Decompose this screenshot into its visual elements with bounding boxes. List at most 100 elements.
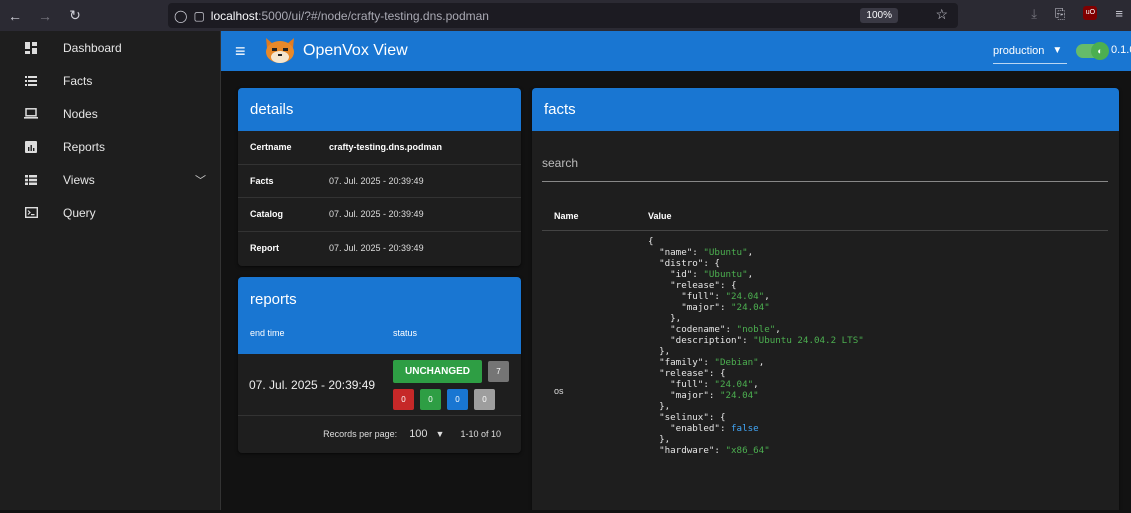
laptop-icon [24, 107, 38, 121]
hamburger-menu-icon[interactable]: ≡ [235, 41, 255, 62]
details-key: Certname [250, 142, 292, 153]
facts-header: facts [532, 88, 1119, 131]
table-row[interactable]: 07. Jul. 2025 - 20:39:49 UNCHANGED 7 0 0… [238, 354, 521, 416]
pagination: Records per page: 100 ▼ 1-10 of 10 [238, 416, 521, 452]
sidebar-item-label: Dashboard [63, 40, 122, 55]
details-row: Catalog 07. Jul. 2025 - 20:39:49 [238, 198, 521, 232]
details-row: Facts 07. Jul. 2025 - 20:39:49 [238, 165, 521, 198]
search-input[interactable]: search [542, 150, 1108, 182]
total-count-badge: 7 [488, 360, 509, 382]
facts-column-headers: Name Value [542, 201, 1108, 231]
theme-toggle-knob: ◐ [1091, 42, 1109, 60]
zoom-badge[interactable]: 100% [860, 8, 898, 23]
json-line: "enabled": false [670, 423, 759, 434]
details-key: Catalog [250, 209, 284, 220]
fox-logo-icon [263, 34, 297, 68]
json-line: "id": "Ubuntu", [670, 269, 754, 280]
app-bar: ≡ OpenVox View production ▼ ◐ 0.1.0 [221, 31, 1131, 71]
records-per-page-select[interactable]: 100 [409, 428, 427, 440]
sidebar-item-dashboard[interactable]: Dashboard [0, 31, 220, 64]
app-title: OpenVox View [303, 42, 408, 59]
fact-value-json: { "name": "Ubuntu", "distro": { "id": "U… [648, 236, 864, 456]
details-value: 07. Jul. 2025 - 20:39:49 [329, 243, 424, 254]
json-line: "family": "Debian", [659, 357, 765, 368]
json-line: { [648, 236, 654, 247]
bookmark-star-icon[interactable]: ☆ [935, 6, 948, 23]
reports-column-headers: end time status [238, 328, 521, 338]
ublock-icon[interactable]: uO [1083, 6, 1098, 20]
chevron-down-icon[interactable]: ﹀ [195, 172, 206, 188]
reports-card: reports end time status 07. Jul. 2025 - … [238, 277, 521, 453]
json-line: "full": "24.04", [681, 291, 770, 302]
sidebar-item-label: Views [63, 172, 95, 187]
sidebar-item-views[interactable]: Views ﹀ [0, 163, 220, 196]
details-title: details [250, 101, 294, 118]
sidebar-item-label: Nodes [63, 106, 98, 121]
sidebar-item-facts[interactable]: Facts [0, 64, 220, 97]
json-line: }, [648, 346, 671, 357]
sidebar-item-label: Facts [63, 73, 93, 88]
facts-card: facts search Name Value os { "name": "Ub… [532, 88, 1119, 513]
details-value: crafty-testing.dns.podman [329, 142, 443, 153]
theme-toggle[interactable]: ◐ [1076, 42, 1109, 60]
json-line: "release": { [670, 280, 737, 291]
noop-count-badge: 0 [447, 388, 468, 410]
report-end-time[interactable]: 07. Jul. 2025 - 20:39:49 [238, 378, 393, 392]
view-list-icon [24, 173, 38, 187]
col-name[interactable]: Name [542, 211, 648, 221]
environment-value: production [993, 44, 1045, 57]
environment-select[interactable]: production ▼ [993, 38, 1067, 64]
download-icon[interactable]: ⤓ [1031, 6, 1037, 22]
back-icon[interactable]: ← [4, 8, 26, 24]
details-value: 07. Jul. 2025 - 20:39:49 [329, 209, 424, 220]
sidebar: Dashboard Facts Nodes Reports Views ﹀ Qu… [0, 31, 221, 513]
reports-header: reports end time status [238, 277, 521, 354]
json-line: "selinux": { [659, 412, 726, 423]
sidebar-item-label: Reports [63, 139, 106, 154]
details-row: Certname crafty-testing.dns.podman [238, 131, 521, 165]
caret-down-icon[interactable]: ▼ [436, 429, 445, 439]
json-line: }, [648, 313, 682, 324]
records-per-page-label: Records per page: [323, 429, 398, 439]
shield-icon: ◯ [174, 8, 188, 23]
facts-title: facts [544, 101, 576, 118]
json-line: "distro": { [659, 258, 720, 269]
url-bar[interactable]: ◯ ▢ localhost:5000/ui/?#/node/crafty-tes… [168, 3, 958, 28]
caret-down-icon: ▼ [1052, 45, 1063, 56]
json-line: "name": "Ubuntu", [659, 247, 754, 258]
menu-icon[interactable]: ≡ [1115, 6, 1123, 22]
col-value[interactable]: Value [648, 211, 672, 221]
sidebar-item-nodes[interactable]: Nodes [0, 97, 220, 130]
forward-icon[interactable]: → [34, 8, 56, 24]
url-path: :5000/ui/?#/node/crafty-testing.dns.podm… [258, 8, 489, 23]
json-line: "major": "24.04" [681, 302, 770, 313]
page-icon: ▢ [193, 8, 205, 23]
details-card: details Certname crafty-testing.dns.podm… [238, 88, 521, 266]
json-line: }, [648, 401, 671, 412]
col-end-time[interactable]: end time [238, 328, 393, 338]
failed-count-badge: 0 [393, 388, 414, 410]
json-line: "full": "24.04", [670, 379, 759, 390]
details-key: Report [250, 243, 279, 254]
dashboard-icon [24, 41, 38, 55]
details-row: Report 07. Jul. 2025 - 20:39:49 [238, 232, 521, 266]
browser-right-icons: ⤓ ⎘ uO ≡ [1031, 6, 1123, 22]
details-header: details [238, 88, 521, 131]
extensions-icon[interactable]: ⎘ [1055, 6, 1065, 22]
col-status[interactable]: status [393, 328, 417, 338]
details-key: Facts [250, 175, 274, 186]
json-line: "hardware": "x86_64" [659, 445, 770, 456]
json-line: "major": "24.04" [670, 390, 759, 401]
page-range: 1-10 of 10 [460, 429, 501, 439]
skipped-count-badge: 0 [474, 388, 495, 410]
reports-title: reports [250, 291, 297, 308]
status-cell: UNCHANGED 7 0 0 0 0 [393, 359, 509, 410]
reload-icon[interactable]: ↻ [64, 7, 86, 24]
sidebar-item-reports[interactable]: Reports [0, 130, 220, 163]
sidebar-item-label: Query [63, 205, 96, 220]
details-value: 07. Jul. 2025 - 20:39:49 [329, 175, 424, 186]
url-host: localhost [210, 8, 259, 23]
json-line: }, [648, 434, 671, 445]
sidebar-item-query[interactable]: Query [0, 196, 220, 229]
status-badge: UNCHANGED [393, 359, 482, 383]
